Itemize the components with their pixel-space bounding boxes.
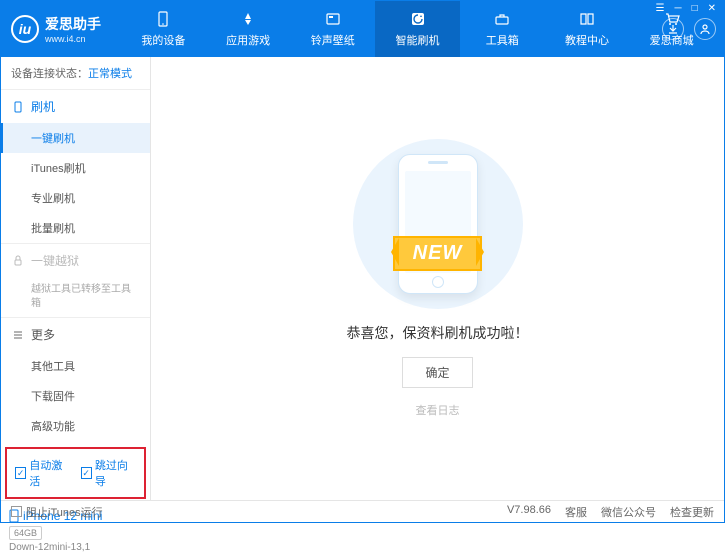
app-url: www.i4.cn xyxy=(45,34,101,44)
toolbox-icon xyxy=(493,10,511,28)
sidebar-more-header[interactable]: 更多 xyxy=(1,318,150,351)
maximize-button[interactable]: □ xyxy=(690,3,700,14)
download-icon[interactable] xyxy=(662,18,684,40)
flash-options-highlight: ✓自动激活 ✓跳过向导 xyxy=(5,447,146,499)
close-button[interactable]: ✕ xyxy=(706,3,718,14)
main-nav: 我的设备 应用游戏 铃声壁纸 智能刷机 工具箱 教程中心 爱思商城 xyxy=(121,1,714,57)
nav-ringtone-wallpaper[interactable]: 铃声壁纸 xyxy=(290,1,375,57)
sidebar-item-other-tools[interactable]: 其他工具 xyxy=(1,351,150,381)
jailbreak-note: 越狱工具已转移至工具箱 xyxy=(1,277,150,317)
check-icon: ✓ xyxy=(81,467,92,479)
status-value: 正常模式 xyxy=(88,68,132,80)
sidebar: 设备连接状态：正常模式 刷机 一键刷机 iTunes刷机 专业刷机 批量刷机 一… xyxy=(1,57,151,500)
menu-icon[interactable]: ☰ xyxy=(654,3,667,14)
check-icon: ✓ xyxy=(15,467,26,479)
sidebar-item-batch-flash[interactable]: 批量刷机 xyxy=(1,213,150,243)
nav-toolbox[interactable]: 工具箱 xyxy=(460,1,545,57)
nav-tutorials[interactable]: 教程中心 xyxy=(545,1,630,57)
checkbox-icon xyxy=(11,506,22,517)
window-controls: ☰ ─ □ ✕ xyxy=(654,3,719,14)
refresh-icon xyxy=(409,10,427,28)
nav-apps-games[interactable]: 应用游戏 xyxy=(206,1,291,57)
apps-icon xyxy=(239,10,257,28)
sidebar-jailbreak-header[interactable]: 一键越狱 xyxy=(1,244,150,277)
logo-icon: iu xyxy=(11,15,39,43)
support-link[interactable]: 客服 xyxy=(565,504,587,520)
main-content: NEW 恭喜您，保资料刷机成功啦！ 确定 查看日志 xyxy=(151,57,724,500)
storage-badge: 64GB xyxy=(9,526,42,540)
checkbox-block-itunes[interactable]: 阻止iTunes运行 xyxy=(11,504,103,520)
success-illustration: NEW xyxy=(338,139,538,309)
sidebar-flash-header[interactable]: 刷机 xyxy=(1,90,150,123)
wallpaper-icon xyxy=(324,10,342,28)
sidebar-item-advanced[interactable]: 高级功能 xyxy=(1,411,150,441)
wechat-link[interactable]: 微信公众号 xyxy=(601,504,656,520)
lock-icon xyxy=(11,255,25,267)
ok-button[interactable]: 确定 xyxy=(402,357,472,388)
phone-icon xyxy=(154,10,172,28)
sidebar-item-download-firmware[interactable]: 下载固件 xyxy=(1,381,150,411)
success-message: 恭喜您，保资料刷机成功啦！ xyxy=(347,323,529,343)
book-icon xyxy=(578,10,596,28)
app-name: 爱思助手 xyxy=(45,14,101,34)
more-icon xyxy=(11,329,25,341)
checkbox-auto-activate[interactable]: ✓自动激活 xyxy=(15,457,71,489)
sidebar-item-itunes-flash[interactable]: iTunes刷机 xyxy=(1,153,150,183)
sidebar-item-pro-flash[interactable]: 专业刷机 xyxy=(1,183,150,213)
user-icon[interactable] xyxy=(694,18,716,40)
minimize-button[interactable]: ─ xyxy=(672,3,683,14)
app-logo: iu 爱思助手 www.i4.cn xyxy=(11,14,121,44)
version-label: V7.98.66 xyxy=(507,504,551,520)
new-ribbon: NEW xyxy=(393,236,483,271)
device-model: Down-12mini-13,1 xyxy=(9,542,142,553)
app-header: ☰ ─ □ ✕ iu 爱思助手 www.i4.cn 我的设备 应用游戏 铃声壁纸… xyxy=(1,1,724,57)
checkbox-skip-guide[interactable]: ✓跳过向导 xyxy=(81,457,137,489)
check-update-link[interactable]: 检查更新 xyxy=(670,504,714,520)
device-status: 设备连接状态：正常模式 xyxy=(1,57,150,89)
view-log-link[interactable]: 查看日志 xyxy=(416,402,460,418)
flash-icon xyxy=(11,101,25,113)
nav-my-device[interactable]: 我的设备 xyxy=(121,1,206,57)
nav-smart-flash[interactable]: 智能刷机 xyxy=(375,1,460,57)
sidebar-item-oneclick-flash[interactable]: 一键刷机 xyxy=(1,123,150,153)
header-actions xyxy=(662,18,716,40)
